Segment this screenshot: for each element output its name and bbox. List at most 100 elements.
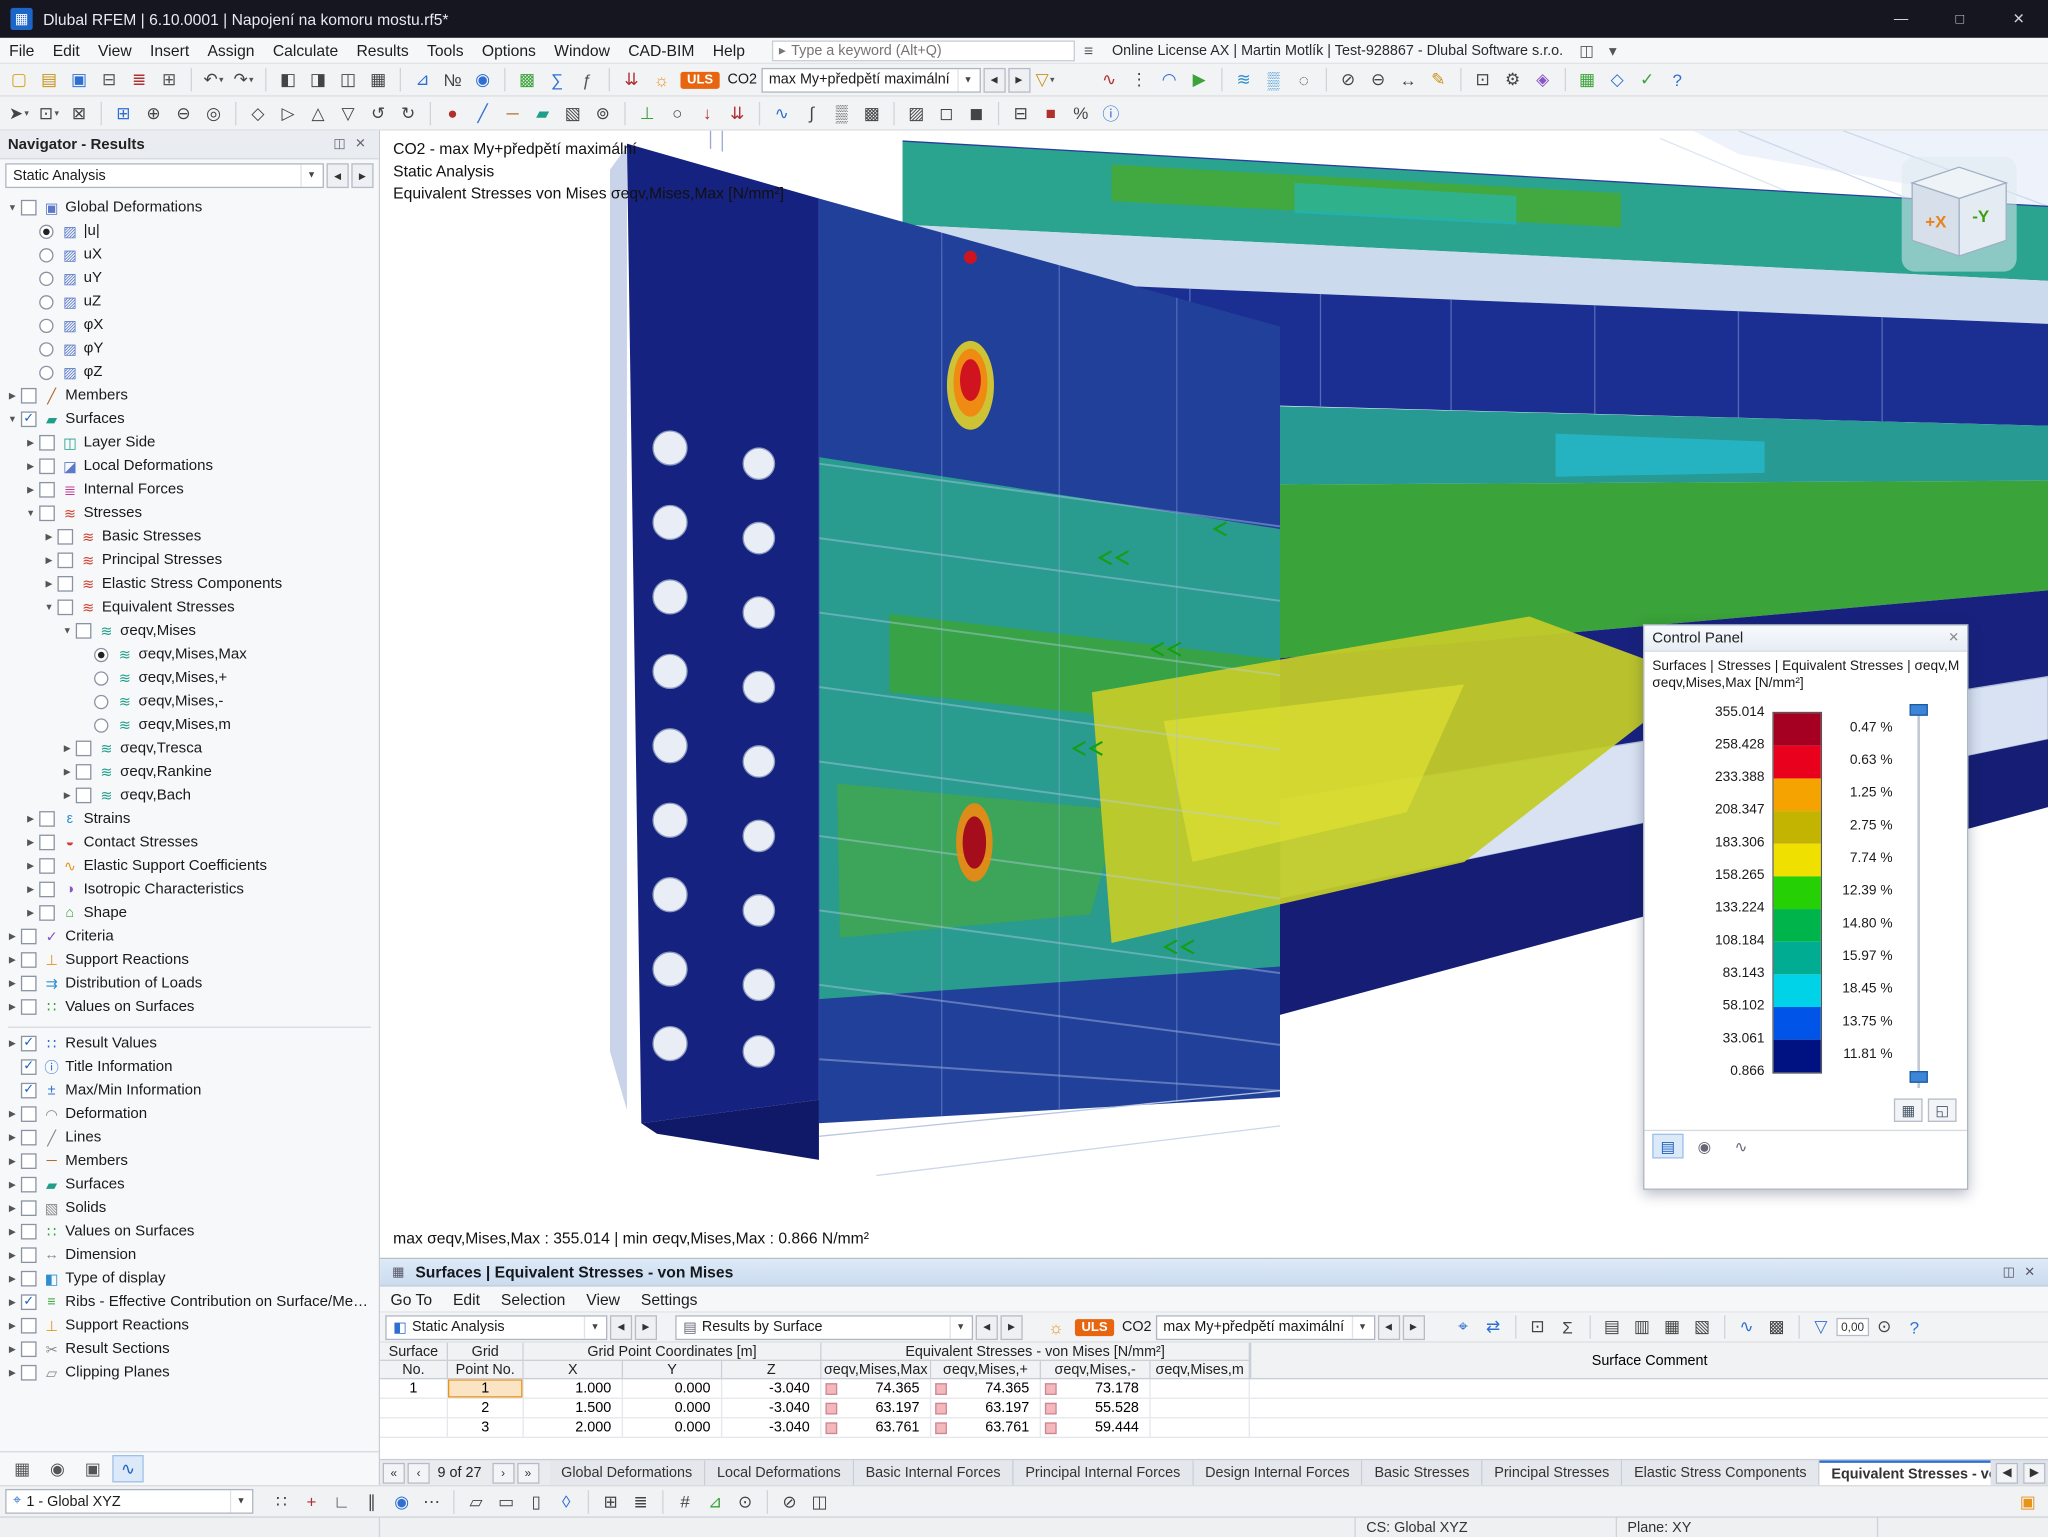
collapse-icon[interactable]: ▼ bbox=[40, 603, 57, 612]
menu-results[interactable]: Results bbox=[347, 39, 418, 63]
tab-scroll-right-button[interactable]: ▶ bbox=[2023, 1462, 2045, 1483]
expand-icon[interactable]: ▶ bbox=[22, 861, 39, 871]
navigation-cube[interactable]: +X -Y bbox=[1899, 154, 2019, 274]
table-tab-global-deformations[interactable]: Global Deformations bbox=[549, 1460, 705, 1485]
table-tab-principal-internal-forces[interactable]: Principal Internal Forces bbox=[1014, 1460, 1194, 1485]
filter-icon[interactable]: ▽ bbox=[1806, 1313, 1836, 1342]
cell-sigma-s2[interactable]: 74.365 bbox=[931, 1379, 1041, 1397]
deselect-icon[interactable]: ⊠ bbox=[64, 99, 94, 128]
load-case-combo[interactable]: max My+předpětí maximální ▼ bbox=[761, 67, 980, 92]
checkbox[interactable] bbox=[39, 882, 55, 898]
addons-icon[interactable]: ◈ bbox=[1528, 65, 1558, 94]
checkbox[interactable] bbox=[39, 435, 55, 451]
checkbox[interactable] bbox=[21, 976, 37, 992]
table-prev-button[interactable]: ◀ bbox=[610, 1315, 632, 1340]
expand-icon[interactable]: ▶ bbox=[4, 1297, 21, 1307]
expand-icon[interactable]: ▶ bbox=[59, 790, 76, 800]
checkbox[interactable] bbox=[21, 1247, 37, 1263]
note-icon[interactable]: ✎ bbox=[1423, 65, 1453, 94]
expand-icon[interactable]: ▶ bbox=[4, 1203, 21, 1213]
radio-button[interactable] bbox=[39, 365, 53, 379]
collapse-icon[interactable]: ▼ bbox=[4, 203, 21, 212]
surface-icon[interactable]: ▰ bbox=[528, 99, 558, 128]
control-panel[interactable]: Control Panel ✕ Surfaces | Stresses | Eq… bbox=[1643, 624, 1968, 1190]
tree-item[interactable]: ▶≋Elastic Stress Components bbox=[0, 572, 379, 596]
coordinate-system-combo[interactable]: ⌖ 1 - Global XYZ ▼ bbox=[5, 1489, 253, 1514]
table-row[interactable]: 32.0000.000-3.04063.76163.76159.444 bbox=[380, 1418, 2048, 1438]
scale-fit-button[interactable]: ◱ bbox=[1928, 1098, 1957, 1122]
checkbox[interactable]: ✓ bbox=[21, 411, 37, 427]
sync-selection-icon[interactable]: ⇄ bbox=[1478, 1313, 1508, 1342]
tree-item[interactable]: ▶⊥Support Reactions bbox=[0, 948, 379, 972]
redo-icon[interactable]: ↷▾ bbox=[229, 65, 259, 94]
navigator-toggle-icon[interactable]: ◫ bbox=[333, 65, 363, 94]
expand-icon[interactable]: ▶ bbox=[4, 1179, 21, 1189]
menu-edit[interactable]: Edit bbox=[44, 39, 89, 63]
view-z-icon[interactable]: ▽ bbox=[333, 99, 363, 128]
clipping-plane-icon[interactable]: ⊘ bbox=[1333, 65, 1363, 94]
zoom-all-icon[interactable]: ◎ bbox=[199, 99, 229, 128]
deformed-shape-icon[interactable]: ∿ bbox=[767, 99, 797, 128]
table-tab-local-deformations[interactable]: Local Deformations bbox=[705, 1460, 854, 1485]
visibility-icon[interactable]: ◉ bbox=[468, 65, 498, 94]
search-input[interactable] bbox=[791, 42, 1069, 58]
feedback-icon[interactable]: ◫ bbox=[1574, 41, 1600, 59]
calculate-all-icon[interactable]: ∑ bbox=[542, 65, 572, 94]
tree-item[interactable]: ▨φZ bbox=[0, 360, 379, 384]
collapse-icon[interactable]: ▼ bbox=[22, 509, 39, 518]
solid-icon[interactable]: ▧ bbox=[558, 99, 588, 128]
radio-button[interactable] bbox=[39, 224, 53, 238]
percent-icon[interactable]: % bbox=[1066, 99, 1096, 128]
scale-range-slider[interactable] bbox=[1910, 704, 1928, 1088]
checkbox[interactable]: ✓ bbox=[21, 1294, 37, 1310]
node-icon[interactable]: ● bbox=[438, 99, 468, 128]
tree-item[interactable]: ▨φX bbox=[0, 313, 379, 337]
checkbox[interactable] bbox=[21, 1365, 37, 1381]
table-menu-go-to[interactable]: Go To bbox=[380, 1288, 442, 1309]
tree-item[interactable]: ▼✓▰Surfaces bbox=[0, 408, 379, 432]
cell-sigma-s3[interactable]: 55.528 bbox=[1041, 1399, 1151, 1417]
nodal-load-icon[interactable]: ↓ bbox=[692, 99, 722, 128]
expand-icon[interactable]: ▶ bbox=[4, 978, 21, 988]
menu-file[interactable]: File bbox=[0, 39, 44, 63]
ortho-icon[interactable]: ∟ bbox=[327, 1487, 357, 1516]
minimize-button[interactable]: — bbox=[1872, 0, 1931, 38]
radio-button[interactable] bbox=[94, 671, 108, 685]
tree-item[interactable]: ▶◒Contact Stresses bbox=[0, 831, 379, 855]
cell-surface-comment[interactable] bbox=[1250, 1379, 2048, 1397]
menu-view[interactable]: View bbox=[89, 39, 141, 63]
print-icon[interactable]: ⊟ bbox=[94, 65, 124, 94]
excel-export-icon[interactable]: ▦ bbox=[1572, 65, 1602, 94]
window-layout-1-icon[interactable]: ◧ bbox=[273, 65, 303, 94]
expand-icon[interactable]: ▶ bbox=[22, 908, 39, 918]
table-tab-basic-stresses[interactable]: Basic Stresses bbox=[1363, 1460, 1483, 1485]
tree-item[interactable]: ▶⌂Shape bbox=[0, 901, 379, 925]
background-layers-icon[interactable]: ≣ bbox=[626, 1487, 656, 1516]
radio-button[interactable] bbox=[94, 647, 108, 661]
next-load-case-button[interactable]: ▶ bbox=[1008, 67, 1030, 92]
tree-item[interactable]: ▶∿Elastic Support Coefficients bbox=[0, 854, 379, 878]
cell-sigma-s1[interactable]: 63.761 bbox=[822, 1418, 932, 1436]
table-next-button[interactable]: ▶ bbox=[635, 1315, 657, 1340]
opening-icon[interactable]: ⊚ bbox=[588, 99, 618, 128]
checkbox[interactable] bbox=[57, 552, 73, 568]
result-values-icon[interactable]: ⋮ bbox=[1124, 65, 1154, 94]
keyword-search[interactable]: ▶ bbox=[772, 40, 1075, 61]
loads-display-icon[interactable]: ⇊ bbox=[616, 65, 646, 94]
table-tab-principal-stresses[interactable]: Principal Stresses bbox=[1483, 1460, 1623, 1485]
navigator-results-tab[interactable]: ∿ bbox=[112, 1455, 143, 1482]
checkbox[interactable]: ✓ bbox=[21, 1083, 37, 1099]
tree-item[interactable]: ▼≋Equivalent Stresses bbox=[0, 596, 379, 620]
checkbox[interactable] bbox=[21, 1318, 37, 1334]
tree-item[interactable]: ≋σeqv,Mises,- bbox=[0, 690, 379, 714]
tree-item[interactable]: ▶◠Deformation bbox=[0, 1102, 379, 1126]
tables-toggle-icon[interactable]: ▦ bbox=[363, 65, 393, 94]
hinge-icon[interactable]: ○ bbox=[662, 99, 692, 128]
expand-icon[interactable]: ▶ bbox=[4, 1109, 21, 1119]
table-view-2-icon[interactable]: ▥ bbox=[1627, 1313, 1657, 1342]
navigator-display-tab[interactable]: ◉ bbox=[42, 1455, 73, 1482]
expand-icon[interactable]: ▶ bbox=[22, 814, 39, 824]
menu-tools[interactable]: Tools bbox=[418, 39, 473, 63]
fe-mesh-icon[interactable]: ▩ bbox=[857, 99, 887, 128]
previous-load-case-button[interactable]: ◀ bbox=[983, 67, 1005, 92]
